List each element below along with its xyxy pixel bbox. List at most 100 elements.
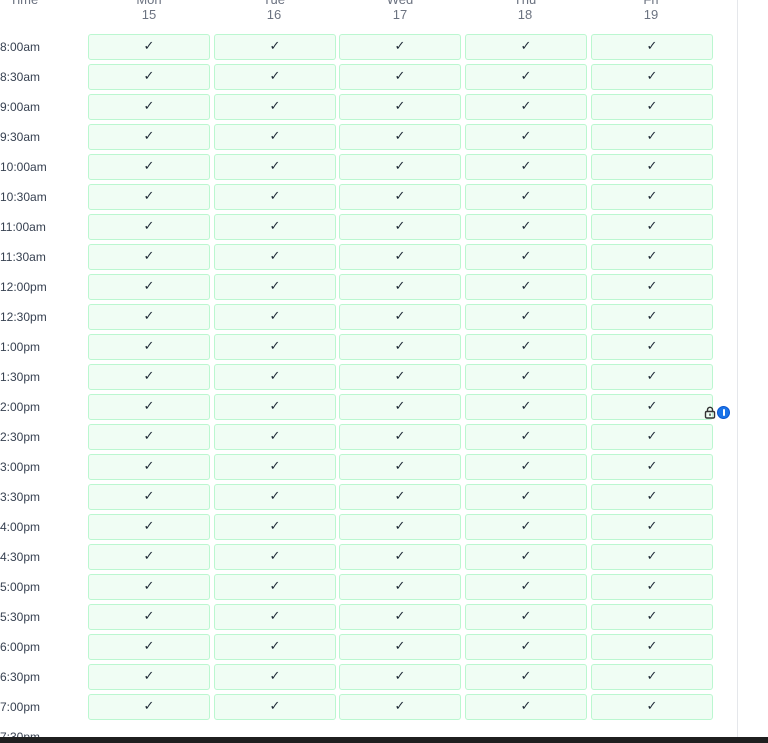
slot-cell[interactable]: ✓: [339, 544, 461, 570]
slot-cell[interactable]: ✓: [214, 394, 336, 420]
slot-cell[interactable]: ✓: [465, 304, 587, 330]
slot-cell[interactable]: ✓: [214, 154, 336, 180]
slot-cell[interactable]: ✓: [465, 544, 587, 570]
slot-cell[interactable]: ✓: [214, 64, 336, 90]
slot-cell[interactable]: ✓: [591, 274, 713, 300]
slot-cell[interactable]: ✓: [591, 454, 713, 480]
slot-cell[interactable]: ✓: [339, 34, 461, 60]
slot-cell[interactable]: ✓: [465, 34, 587, 60]
slot-cell[interactable]: ✓: [465, 394, 587, 420]
slot-cell[interactable]: ✓: [465, 634, 587, 660]
slot-cell[interactable]: ✓: [339, 94, 461, 120]
slot-cell[interactable]: ✓: [339, 454, 461, 480]
slot-cell[interactable]: ✓: [339, 214, 461, 240]
slot-cell[interactable]: ✓: [88, 484, 210, 510]
slot-cell[interactable]: ✓: [214, 34, 336, 60]
slot-cell[interactable]: ✓: [339, 634, 461, 660]
slot-cell[interactable]: ✓: [465, 124, 587, 150]
slot-cell[interactable]: ✓: [465, 184, 587, 210]
slot-cell[interactable]: ✓: [465, 94, 587, 120]
slot-cell[interactable]: ✓: [88, 424, 210, 450]
slot-cell[interactable]: ✓: [88, 124, 210, 150]
slot-cell[interactable]: ✓: [465, 364, 587, 390]
slot-cell[interactable]: ✓: [339, 64, 461, 90]
slot-cell[interactable]: ✓: [88, 334, 210, 360]
slot-cell[interactable]: ✓: [88, 244, 210, 270]
slot-cell[interactable]: ✓: [214, 454, 336, 480]
slot-cell[interactable]: ✓: [214, 334, 336, 360]
slot-cell[interactable]: ✓: [465, 244, 587, 270]
slot-cell[interactable]: ✓: [339, 424, 461, 450]
slot-cell[interactable]: ✓: [591, 604, 713, 630]
slot-cell[interactable]: ✓: [339, 574, 461, 600]
slot-cell[interactable]: ✓: [88, 394, 210, 420]
slot-cell[interactable]: ✓: [591, 574, 713, 600]
slot-cell[interactable]: ✓: [591, 514, 713, 540]
slot-cell[interactable]: ✓: [591, 214, 713, 240]
slot-cell[interactable]: ✓: [88, 574, 210, 600]
slot-cell[interactable]: ✓: [339, 484, 461, 510]
slot-cell[interactable]: ✓: [214, 544, 336, 570]
slot-cell[interactable]: ✓: [339, 394, 461, 420]
slot-cell[interactable]: ✓: [591, 634, 713, 660]
slot-cell[interactable]: ✓: [214, 484, 336, 510]
slot-cell[interactable]: ✓: [591, 244, 713, 270]
slot-cell[interactable]: ✓: [214, 514, 336, 540]
slot-cell[interactable]: ✓: [88, 214, 210, 240]
slot-cell[interactable]: ✓: [214, 124, 336, 150]
slot-cell[interactable]: ✓: [339, 244, 461, 270]
slot-cell[interactable]: ✓: [339, 154, 461, 180]
slot-cell[interactable]: ✓: [465, 604, 587, 630]
slot-cell[interactable]: ✓: [465, 154, 587, 180]
slot-cell[interactable]: ✓: [339, 514, 461, 540]
slot-cell[interactable]: ✓: [339, 184, 461, 210]
slot-cell[interactable]: ✓: [465, 574, 587, 600]
slot-cell[interactable]: ✓: [591, 154, 713, 180]
slot-cell[interactable]: ✓: [465, 454, 587, 480]
slot-cell[interactable]: ✓: [214, 244, 336, 270]
slot-cell[interactable]: ✓: [88, 664, 210, 690]
slot-cell[interactable]: ✓: [339, 304, 461, 330]
slot-cell[interactable]: ✓: [591, 424, 713, 450]
slot-cell[interactable]: ✓: [88, 94, 210, 120]
slot-cell[interactable]: ✓: [591, 694, 713, 720]
slot-cell[interactable]: ✓: [214, 214, 336, 240]
slot-cell[interactable]: ✓: [465, 664, 587, 690]
slot-cell[interactable]: ✓: [591, 484, 713, 510]
slot-cell[interactable]: ✓: [88, 154, 210, 180]
slot-cell[interactable]: ✓: [214, 634, 336, 660]
slot-cell[interactable]: ✓: [214, 364, 336, 390]
password-manager-badge[interactable]: [704, 405, 732, 420]
slot-cell[interactable]: ✓: [214, 574, 336, 600]
slot-cell[interactable]: ✓: [88, 454, 210, 480]
slot-cell[interactable]: ✓: [88, 634, 210, 660]
slot-cell[interactable]: ✓: [88, 364, 210, 390]
slot-cell[interactable]: ✓: [88, 304, 210, 330]
slot-cell[interactable]: ✓: [88, 604, 210, 630]
slot-cell[interactable]: ✓: [214, 424, 336, 450]
slot-cell[interactable]: ✓: [591, 34, 713, 60]
slot-cell[interactable]: ✓: [591, 64, 713, 90]
slot-cell[interactable]: ✓: [214, 664, 336, 690]
slot-cell[interactable]: ✓: [339, 604, 461, 630]
slot-cell[interactable]: ✓: [591, 94, 713, 120]
slot-cell[interactable]: ✓: [591, 304, 713, 330]
password-manager-icon[interactable]: [717, 406, 730, 419]
slot-cell[interactable]: ✓: [339, 694, 461, 720]
slot-cell[interactable]: ✓: [591, 364, 713, 390]
slot-cell[interactable]: ✓: [88, 514, 210, 540]
slot-cell[interactable]: ✓: [88, 544, 210, 570]
slot-cell[interactable]: ✓: [591, 664, 713, 690]
slot-cell[interactable]: ✓: [214, 604, 336, 630]
slot-cell[interactable]: ✓: [88, 34, 210, 60]
slot-cell[interactable]: ✓: [591, 334, 713, 360]
slot-cell[interactable]: ✓: [591, 184, 713, 210]
slot-cell[interactable]: ✓: [88, 694, 210, 720]
slot-cell[interactable]: ✓: [465, 484, 587, 510]
slot-cell[interactable]: ✓: [339, 274, 461, 300]
slot-cell[interactable]: ✓: [591, 124, 713, 150]
slot-cell[interactable]: ✓: [88, 64, 210, 90]
slot-cell[interactable]: ✓: [88, 184, 210, 210]
slot-cell[interactable]: ✓: [214, 94, 336, 120]
slot-cell[interactable]: ✓: [214, 184, 336, 210]
